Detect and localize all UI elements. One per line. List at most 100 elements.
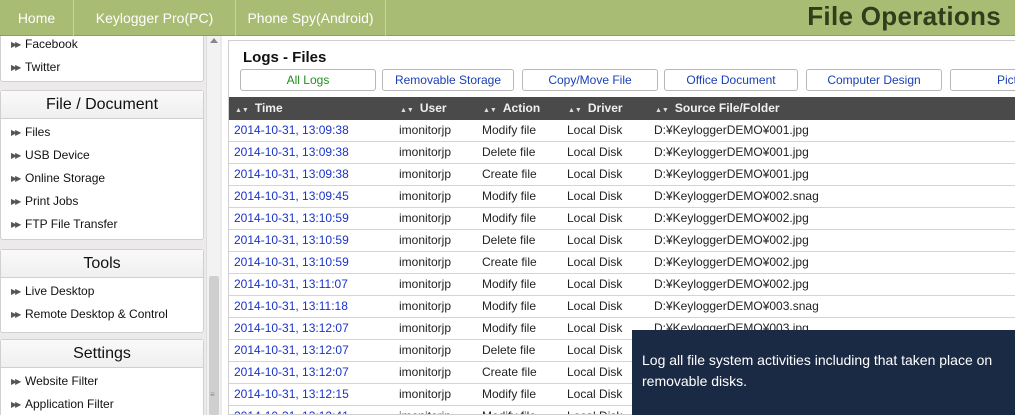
cell-source: D:¥KeyloggerDEMO¥002.jpg [654, 255, 809, 269]
double-chevron-right-icon: ▶▶ [11, 174, 21, 183]
sidebar-item-label: Website Filter [25, 374, 99, 388]
cell-source: D:¥KeyloggerDEMO¥002.snag [654, 189, 819, 203]
tab-phone-spy[interactable]: Phone Spy(Android) [236, 0, 386, 36]
cell-user: imonitorjp [399, 167, 452, 181]
cell-action: Delete file [482, 145, 536, 159]
filter-pictures-button[interactable]: Pict [950, 69, 1015, 91]
tab-keylogger-pro[interactable]: Keylogger Pro(PC) [74, 0, 236, 36]
column-header-source[interactable]: ▲▼ Source File/Folder [655, 97, 780, 120]
cell-driver: Local Disk [567, 299, 623, 313]
filter-removable-storage-button[interactable]: Removable Storage [382, 69, 514, 91]
sidebar-item-print-jobs[interactable]: ▶▶ Print Jobs [1, 190, 203, 213]
cell-source: D:¥KeyloggerDEMO¥002.jpg [654, 233, 809, 247]
cell-time[interactable]: 2014-10-31, 13:12:07 [234, 340, 349, 361]
cell-time[interactable]: 2014-10-31, 13:12:07 [234, 318, 349, 339]
sidebar-item-website-filter[interactable]: ▶▶ Website Filter [1, 370, 203, 393]
column-header-time[interactable]: ▲▼ Time [235, 97, 283, 120]
sidebar-item-files[interactable]: ▶▶ Files [1, 121, 203, 144]
cell-time[interactable]: 2014-10-31, 13:11:07 [234, 274, 348, 295]
cell-time[interactable]: 2014-10-31, 13:09:38 [234, 120, 349, 141]
sidebar-item-usb-device[interactable]: ▶▶ USB Device [1, 144, 203, 167]
cell-time[interactable]: 2014-10-31, 13:09:45 [234, 186, 349, 207]
cell-time[interactable]: 2014-10-31, 13:10:59 [234, 230, 349, 251]
cell-action: Modify file [482, 406, 536, 414]
table-row[interactable]: 2014-10-31, 13:09:45 imonitorjp Modify fil… [229, 186, 1015, 208]
cell-source: D:¥KeyloggerDEMO¥001.jpg [654, 123, 809, 137]
sidebar-item-label: Remote Desktop & Control [25, 307, 168, 321]
double-chevron-right-icon: ▶▶ [11, 151, 21, 160]
sidebar-item-label: Facebook [25, 37, 78, 51]
sort-triangle-icon: ▲▼ [568, 107, 582, 114]
cell-source: D:¥KeyloggerDEMO¥003.snag [654, 299, 819, 313]
cell-driver: Local Disk [567, 145, 623, 159]
cell-time[interactable]: 2014-10-31, 13:12:41 [234, 406, 349, 414]
cell-source: D:¥KeyloggerDEMO¥002.jpg [654, 277, 809, 291]
section-title: Logs - Files [243, 49, 327, 66]
table-row[interactable]: 2014-10-31, 13:10:59 imonitorjp Create fil… [229, 252, 1015, 274]
cell-source: D:¥KeyloggerDEMO¥001.jpg [654, 167, 809, 181]
cell-action: Modify file [482, 321, 537, 335]
cell-action: Modify file [482, 387, 537, 401]
filter-all-logs-button[interactable]: All Logs [240, 69, 376, 91]
double-chevron-right-icon: ▶▶ [11, 40, 21, 49]
sidebar-item-facebook[interactable]: ▶▶ Facebook [1, 36, 203, 56]
cell-action: Modify file [482, 189, 537, 203]
column-header-user[interactable]: ▲▼ User [400, 97, 447, 120]
cell-user: imonitorjp [399, 365, 452, 379]
cell-driver: Local Disk [567, 387, 623, 401]
sidebar-heading: Settings [1, 340, 203, 368]
sort-triangle-icon: ▲▼ [235, 107, 249, 114]
cell-driver: Local Disk [567, 211, 623, 225]
cell-driver: Local Disk [567, 343, 623, 357]
sidebar-item-application-filter[interactable]: ▶▶ Application Filter [1, 393, 203, 415]
table-row[interactable]: 2014-10-31, 13:11:18 imonitorjp Modify fil… [229, 296, 1015, 318]
sort-triangle-icon: ▲▼ [655, 107, 669, 114]
column-header-driver[interactable]: ▲▼ Driver [568, 97, 623, 120]
column-header-action[interactable]: ▲▼ Action [483, 97, 540, 120]
filter-office-document-button[interactable]: Office Document [664, 69, 798, 91]
table-row[interactable]: 2014-10-31, 13:09:38 imonitorjp Delete fil… [229, 142, 1015, 164]
cell-driver: Local Disk [567, 233, 623, 247]
table-row[interactable]: 2014-10-31, 13:10:59 imonitorjp Modify fil… [229, 208, 1015, 230]
cell-action: Modify file [482, 299, 537, 313]
sidebar-item-remote-desktop[interactable]: ▶▶ Remote Desktop & Control [1, 303, 203, 326]
cell-time[interactable]: 2014-10-31, 13:09:38 [234, 164, 349, 185]
cell-time[interactable]: 2014-10-31, 13:12:15 [234, 384, 349, 405]
cell-user: imonitorjp [399, 233, 452, 247]
cell-time[interactable]: 2014-10-31, 13:10:59 [234, 252, 349, 273]
table-row[interactable]: 2014-10-31, 13:09:38 imonitorjp Create fil… [229, 164, 1015, 186]
cell-action: Modify file [482, 277, 537, 291]
cell-user: imonitorjp [399, 406, 451, 414]
sidebar-heading: File / Document [1, 91, 203, 119]
cell-time[interactable]: 2014-10-31, 13:11:18 [234, 296, 348, 317]
double-chevron-right-icon: ▶▶ [11, 400, 21, 409]
double-chevron-right-icon: ▶▶ [11, 197, 21, 206]
filter-copy-move-button[interactable]: Copy/Move File [522, 69, 658, 91]
sidebar-social-box: ▶▶ Facebook ▶▶ Twitter [0, 36, 204, 82]
sidebar-scrollbar[interactable]: ≡ [206, 36, 220, 415]
double-chevron-right-icon: ▶▶ [11, 287, 21, 296]
double-chevron-right-icon: ▶▶ [11, 310, 21, 319]
table-row[interactable]: 2014-10-31, 13:09:38 imonitorjp Modify fil… [229, 120, 1015, 142]
sidebar-item-live-desktop[interactable]: ▶▶ Live Desktop [1, 280, 203, 303]
filter-computer-design-button[interactable]: Computer Design [806, 69, 942, 91]
sidebar-item-ftp-file-transfer[interactable]: ▶▶ FTP File Transfer [1, 213, 203, 236]
cell-driver: Local Disk [567, 321, 623, 335]
table-row[interactable]: 2014-10-31, 13:10:59 imonitorjp Delete fil… [229, 230, 1015, 252]
sort-triangle-icon: ▲▼ [483, 107, 497, 114]
double-chevron-right-icon: ▶▶ [11, 63, 21, 72]
scroll-up-arrow-icon[interactable] [210, 38, 218, 43]
table-row[interactable]: 2014-10-31, 13:11:07 imonitorjp Modify fil… [229, 274, 1015, 296]
cell-user: imonitorjp [399, 299, 452, 313]
cell-driver: Local Disk [567, 365, 623, 379]
sidebar-item-twitter[interactable]: ▶▶ Twitter [1, 56, 203, 79]
cell-source: D:¥KeyloggerDEMO¥002.jpg [654, 211, 809, 225]
sidebar-item-online-storage[interactable]: ▶▶ Online Storage [1, 167, 203, 190]
tab-home[interactable]: Home [0, 0, 74, 36]
page-title: File Operations [807, 1, 1001, 31]
cell-time[interactable]: 2014-10-31, 13:12:07 [234, 362, 349, 383]
cell-time[interactable]: 2014-10-31, 13:09:38 [234, 142, 349, 163]
sidebar-item-label: Application Filter [25, 397, 114, 411]
sort-triangle-icon: ▲▼ [400, 107, 414, 114]
cell-time[interactable]: 2014-10-31, 13:10:59 [234, 208, 349, 229]
